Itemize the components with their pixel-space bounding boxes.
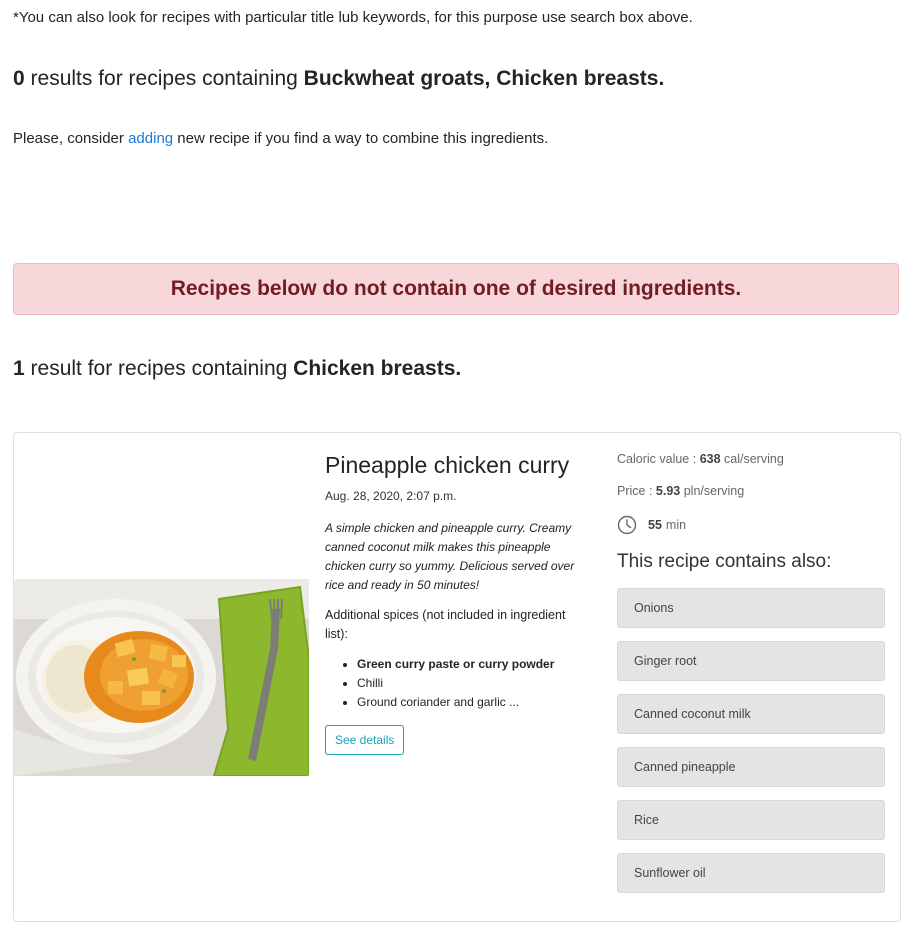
add-recipe-suggestion: Please, consider adding new recipe if yo… (13, 129, 548, 149)
recipe-info: Pineapple chicken curry Aug. 28, 2020, 2… (325, 451, 587, 755)
consider-text-after: new recipe if you find a way to combine … (173, 130, 549, 147)
caloric-unit: cal/serving (720, 452, 784, 466)
ingredient-item[interactable]: Onions (617, 588, 885, 628)
see-details-button[interactable]: See details (325, 725, 405, 755)
results-heading-all: 0 results for recipes containing Buckwhe… (13, 65, 664, 93)
recipe-title[interactable]: Pineapple chicken curry (325, 451, 587, 479)
contains-also-title: This recipe contains also: (617, 551, 832, 572)
ingredient-item[interactable]: Ginger root (617, 641, 885, 681)
adding-link[interactable]: adding (128, 130, 173, 147)
ingredient-item[interactable]: Sunflower oil (617, 853, 885, 893)
results-count: 0 (13, 67, 25, 90)
page: *You can also look for recipes with part… (0, 0, 914, 929)
spice-item: Chilli (357, 674, 587, 693)
ingredient-item[interactable]: Rice (617, 800, 885, 840)
recipe-date: Aug. 28, 2020, 2:07 p.m. (325, 489, 457, 503)
results-text: results for recipes containing (24, 67, 304, 90)
missing-ingredient-alert: Recipes below do not contain one of desi… (13, 263, 899, 315)
time-number: 55 (648, 518, 662, 532)
price: Price : 5.93 pln/serving (617, 483, 885, 500)
results-heading-partial: 1 result for recipes containing Chicken … (13, 355, 461, 383)
recipe-description: A simple chicken and pineapple curry. Cr… (325, 521, 575, 592)
spice-item: Green curry paste or curry powder (357, 655, 587, 674)
spices-list: Green curry paste or curry powder Chilli… (325, 655, 587, 712)
caloric-value: Caloric value : 638 cal/serving (617, 451, 885, 468)
ingredient-item[interactable]: Canned pineapple (617, 747, 885, 787)
search-tip-note: *You can also look for recipes with part… (13, 9, 693, 26)
results-ingredients: Chicken breasts. (293, 357, 462, 380)
results-ingredients: Buckwheat groats, Chicken breasts. (303, 67, 665, 90)
ingredient-item[interactable]: Canned coconut milk (617, 694, 885, 734)
spice-item: Ground coriander and garlic ... (357, 693, 587, 712)
price-unit: pln/serving (680, 484, 745, 498)
consider-text-before: Please, consider (13, 130, 129, 147)
results-text: result for recipes containing (24, 357, 294, 380)
spices-label: Additional spices (not included in ingre… (325, 608, 566, 641)
caloric-label: Caloric value : (617, 452, 700, 466)
clock-icon (617, 515, 637, 535)
recipe-card: Pineapple chicken curry Aug. 28, 2020, 2… (13, 432, 901, 922)
recipe-sidebar: Caloric value : 638 cal/serving Price : … (617, 451, 885, 906)
time-unit: min (665, 518, 687, 532)
price-number: 5.93 (655, 484, 681, 498)
prep-time: 55 min (617, 515, 885, 535)
price-label: Price : (617, 484, 656, 498)
caloric-number: 638 (699, 452, 721, 466)
recipe-photo-image (14, 579, 309, 776)
results-count: 1 (13, 357, 25, 380)
recipe-photo[interactable] (14, 579, 309, 776)
